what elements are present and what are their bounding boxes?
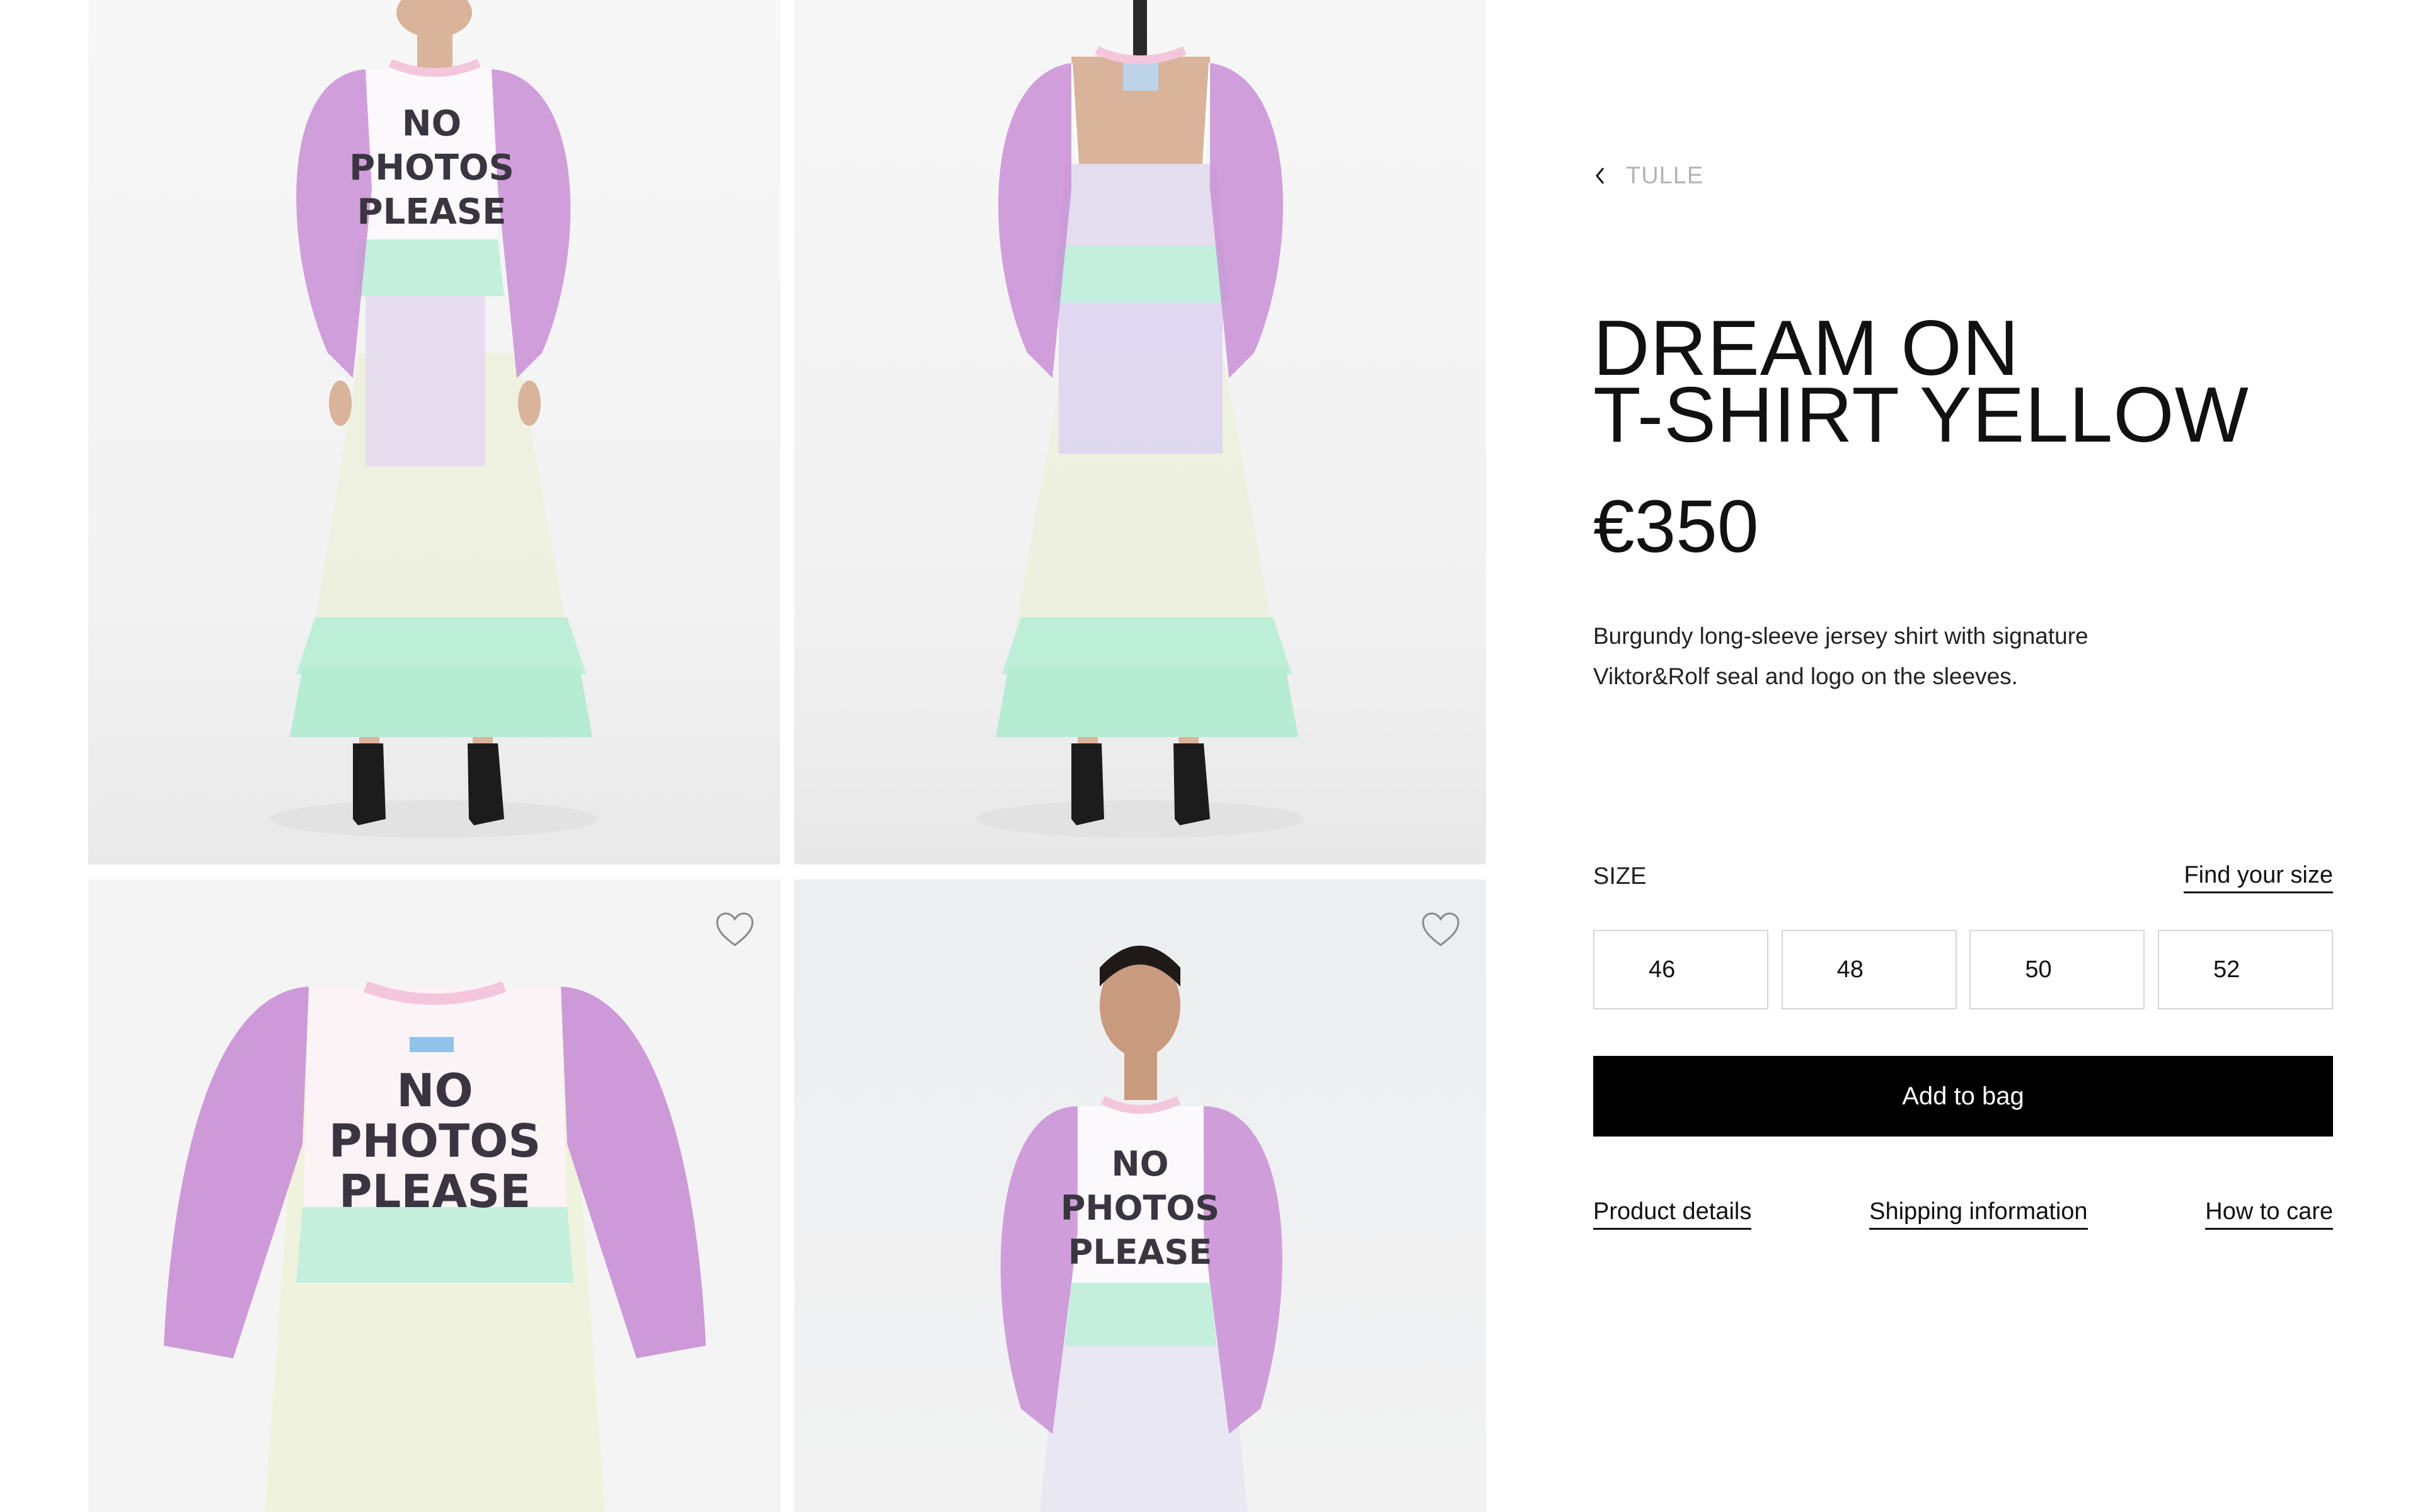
size-option-46[interactable]: 46 bbox=[1593, 930, 1768, 1009]
product-description: Burgundy long-sleeve jersey shirt with s… bbox=[1593, 623, 2089, 689]
print-line-2: PHOTOS bbox=[1061, 1188, 1219, 1228]
product-title: DREAM ON T-SHIRT YELLOW bbox=[1593, 309, 2333, 459]
product-page: NO PHOTOS PLEASE NO PHOTOS PLEASE NO PHO… bbox=[0, 0, 2420, 1512]
print-line-3: PLEASE bbox=[339, 1165, 531, 1218]
print-line-1: NO bbox=[1111, 1144, 1168, 1184]
product-details-link[interactable]: Product details bbox=[1593, 1198, 1752, 1230]
heart-icon[interactable] bbox=[1420, 911, 1461, 949]
find-your-size-link[interactable]: Find your size bbox=[2184, 862, 2333, 893]
heart-icon[interactable] bbox=[715, 911, 755, 949]
print-line-2: PHOTOS bbox=[329, 1114, 541, 1167]
add-to-bag-button[interactable]: Add to bag bbox=[1593, 1056, 2333, 1137]
product-gallery: NO PHOTOS PLEASE NO PHOTOS PLEASE NO PHO… bbox=[88, 0, 1486, 1512]
how-to-care-link[interactable]: How to care bbox=[2205, 1198, 2333, 1230]
print-line-1: NO bbox=[396, 1064, 473, 1117]
size-option-52[interactable]: 52 bbox=[2157, 930, 2333, 1009]
print-line-3: PLEASE bbox=[1068, 1232, 1212, 1272]
model-closeup-illustration: NO PHOTOS PLEASE bbox=[1000, 946, 1282, 1512]
product-image-flat-lay[interactable]: NO PHOTOS PLEASE bbox=[88, 879, 780, 1512]
print-line-1: NO bbox=[402, 103, 461, 144]
shipping-information-link[interactable]: Shipping information bbox=[1869, 1198, 2088, 1230]
chevron-left-icon bbox=[1596, 168, 1605, 184]
model-front-illustration: NO PHOTOS PLEASE bbox=[270, 0, 598, 838]
print-line-3: PLEASE bbox=[357, 192, 507, 232]
product-info-links: Product details Shipping information How… bbox=[1593, 1198, 2333, 1230]
product-price: €350 bbox=[1593, 485, 1759, 568]
product-image-model-back[interactable] bbox=[794, 0, 1486, 864]
size-selector: 46 48 50 52 bbox=[1593, 930, 2333, 1009]
size-label: SIZE bbox=[1593, 863, 1647, 890]
flat-lay-illustration: NO PHOTOS PLEASE bbox=[164, 981, 706, 1512]
product-image-model-front[interactable]: NO PHOTOS PLEASE bbox=[88, 0, 780, 864]
size-option-48[interactable]: 48 bbox=[1781, 930, 1957, 1009]
model-back-illustration bbox=[976, 0, 1304, 838]
breadcrumb-label: TULLE bbox=[1626, 162, 1704, 189]
product-image-model-closeup[interactable]: NO PHOTOS PLEASE bbox=[794, 879, 1486, 1512]
size-option-50[interactable]: 50 bbox=[1969, 930, 2145, 1009]
product-title-line-2: T-SHIRT YELLOW bbox=[1593, 372, 2249, 459]
print-line-2: PHOTOS bbox=[349, 147, 514, 188]
product-info-panel: TULLE DREAM ON T-SHIRT YELLOW €350 Burgu… bbox=[1593, 0, 2333, 1512]
breadcrumb[interactable]: TULLE bbox=[1593, 160, 1703, 192]
